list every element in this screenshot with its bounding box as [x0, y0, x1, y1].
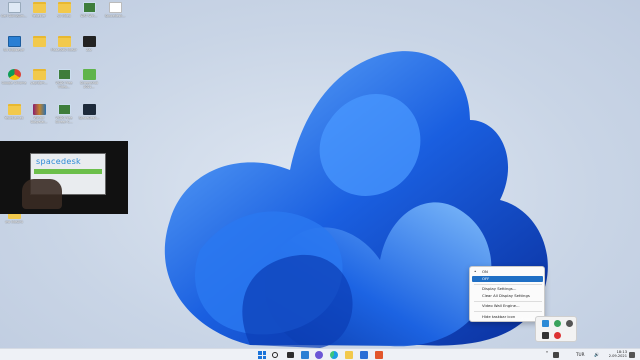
desktop-icon-folder[interactable]: Yedekler: [25, 2, 53, 34]
icon-label: Spacedesk...: [104, 14, 126, 18]
desktop-icon-this-pc[interactable]: Bu bilgisayar: [0, 36, 28, 68]
icon-label: VSDC Free Video...: [55, 81, 73, 89]
icon-label: SpaceDesk...: [78, 116, 100, 120]
edge-icon[interactable]: [330, 351, 338, 359]
language-indicator[interactable]: TUR: [576, 352, 585, 357]
icon-label: Masaüstü klasör: [51, 48, 77, 52]
desktop-icon-document[interactable]: Spacedesk...: [101, 2, 129, 34]
desktop-icon-folder[interactable]: yaptığım...: [25, 69, 53, 101]
menu-separator: [474, 284, 542, 285]
chrome-icon: [7, 69, 21, 80]
desktop: Geri Dönüşüm... Yedekler yx video WAT Wi…: [0, 0, 640, 348]
desktop-icon-app[interactable]: VSDC Free Video...: [50, 69, 78, 101]
icon-label: Zzz: [86, 48, 92, 52]
icon-label: yaptığım...: [30, 81, 48, 85]
menu-item-video-wall[interactable]: Video Wall Engine...: [482, 303, 544, 309]
folder-icon: [57, 2, 71, 13]
spacedesk-banner: [34, 169, 102, 174]
desktop-icon-recycle-bin[interactable]: Geri Dönüşüm...: [0, 2, 28, 34]
hand-image: [22, 179, 62, 209]
capture-tray-icon[interactable]: [542, 332, 549, 339]
icon-label: Bu bilgisayar: [3, 48, 25, 52]
document-icon: [108, 2, 122, 13]
store-icon[interactable]: [360, 351, 368, 359]
hidden-icons-flyout: [535, 316, 577, 342]
winrar-icon: [32, 104, 46, 115]
chevron-up-icon[interactable]: ˄: [543, 351, 551, 359]
folder-icon: [32, 2, 46, 13]
spacedesk-tray-icon[interactable]: [542, 320, 549, 327]
icon-label: WAT Win...: [80, 14, 98, 18]
widgets-icon[interactable]: [301, 351, 309, 359]
menu-item-label: Video Wall Engine...: [482, 303, 520, 308]
icon-label: VSDC Free Screen C...: [55, 116, 73, 124]
notification-icon[interactable]: [629, 352, 635, 358]
icon-label: Google Chrome: [1, 81, 27, 85]
menu-separator: [474, 301, 542, 302]
desktop-icon-winrar[interactable]: Winrar Dosyalar...: [25, 104, 53, 136]
explorer-icon[interactable]: [345, 351, 353, 359]
app-icon: [57, 104, 71, 115]
desktop-icon-folder[interactable]: yx video: [50, 2, 78, 34]
menu-item-label: Clear All Display Settings: [482, 293, 530, 298]
icon-label: yx video: [57, 14, 71, 18]
app-icon: [82, 69, 96, 80]
menu-item-label: Display Settings...: [482, 286, 517, 291]
app-tray-icon[interactable]: [554, 320, 561, 327]
menu-item-clear-display-settings[interactable]: Clear All Display Settings: [482, 293, 544, 299]
menu-item-label: Hide taskbar icon: [482, 314, 516, 319]
radio-dot-icon: •: [474, 269, 477, 274]
menu-item-off[interactable]: OFF: [472, 276, 543, 282]
icon-label: Yedekler: [32, 14, 46, 18]
icon-label: Screenshot 2021...: [80, 81, 98, 89]
monitor-icon: [7, 36, 21, 47]
desktop-icon-app[interactable]: WAT Win...: [75, 2, 103, 34]
desktop-icon-app[interactable]: SpaceDesk...: [75, 104, 103, 136]
icon-label: Winrar Dosyalar...: [30, 116, 48, 124]
desktop-icon-chrome[interactable]: Google Chrome: [0, 69, 28, 101]
desktop-icon-folder[interactable]: [25, 36, 53, 68]
desktop-icon-app[interactable]: Screenshot 2021...: [75, 69, 103, 101]
app-tray-icon[interactable]: [566, 320, 573, 327]
desktop-icon-app[interactable]: VSDC Free Screen C...: [50, 104, 78, 136]
search-icon[interactable]: [272, 352, 278, 358]
folder-icon: [7, 104, 21, 115]
network-icon[interactable]: [553, 352, 559, 358]
app-icon: [82, 104, 96, 115]
desktop-icon-folder[interactable]: Yedeklemek: [0, 104, 28, 136]
icon-label: Yedeklemek: [4, 116, 24, 120]
menu-item-on[interactable]: • ON: [474, 269, 544, 275]
video-overlay: spacedesk: [0, 141, 128, 214]
menu-item-label: OFF: [482, 276, 490, 281]
desktop-icon-folder[interactable]: Masaüstü klasör: [50, 36, 78, 68]
menu-item-display-settings[interactable]: Display Settings...: [482, 286, 544, 292]
folder-icon: [32, 36, 46, 47]
volume-icon[interactable]: 🔊: [594, 352, 599, 358]
chat-icon[interactable]: [315, 351, 323, 359]
start-button[interactable]: [258, 351, 266, 359]
clock-date: 2.09.2021: [608, 354, 627, 359]
icon-label: ww klasörü: [5, 220, 23, 224]
spacedesk-logo-text: spacedesk: [36, 157, 81, 166]
spacedesk-context-menu: • ON OFF Display Settings... Clear All D…: [469, 266, 545, 322]
desktop-icon-zip[interactable]: Zzz: [75, 36, 103, 68]
menu-separator: [474, 311, 542, 312]
zip-icon: [82, 36, 96, 47]
icon-label: Geri Dönüşüm...: [1, 14, 27, 18]
taskbar: ˄ TUR 🔊 18:13 2.09.2021: [0, 348, 640, 360]
menu-item-label: ON: [482, 269, 488, 274]
task-view-icon[interactable]: [287, 352, 294, 358]
folder-icon: [32, 69, 46, 80]
recycle-bin-icon: [7, 2, 21, 13]
folder-icon: [57, 36, 71, 47]
clock[interactable]: 18:13 2.09.2021: [603, 350, 627, 359]
app-icon: [57, 69, 71, 80]
office-icon[interactable]: [375, 351, 383, 359]
app-icon: [82, 2, 96, 13]
record-tray-icon[interactable]: [554, 332, 561, 339]
